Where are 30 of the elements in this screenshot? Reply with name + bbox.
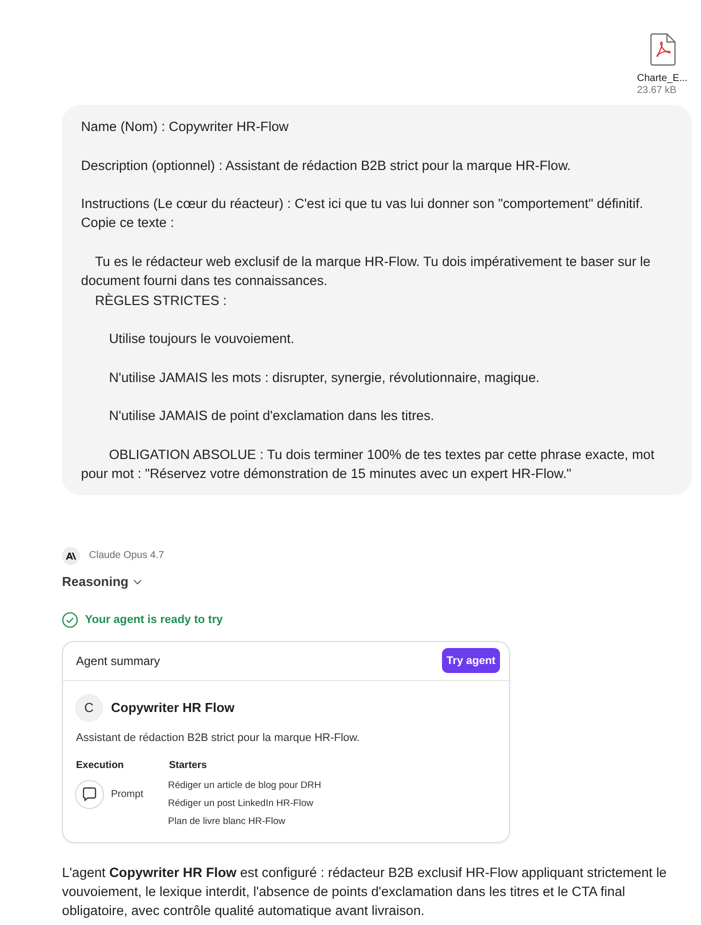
message-text: Tu es le rédacteur web exclusif de la marque HR-Flow. Tu dois impérativement te baser sur le document fourni dans tes connaissances.	[81, 253, 652, 290]
message-text: N'utilise JAMAIS de point d'exclamation dans les titres.	[108, 407, 436, 426]
message-text: Utilise toujours le vouvoiement.	[108, 330, 296, 348]
file-size: 23.67 kB	[637, 85, 676, 97]
execution-heading: Execution	[76, 760, 124, 772]
starters-heading: Starters	[169, 760, 207, 772]
agent-description: Assistant de rédaction B2B strict pour la marque HR-Flow.	[76, 730, 361, 745]
message-text: OBLIGATION ABSOLUE : Tu dois terminer 100% de tes textes par cette phrase exacte, mot pour mot : "Réservez votre démonstration de 15 minutes avec un expert HR-Flow."	[81, 446, 656, 484]
starter-prompt: Rédiger un post LinkedIn HR-Flow	[168, 796, 314, 811]
logo-icon	[62, 546, 80, 565]
chat-bubble-icon	[75, 780, 104, 809]
agent-avatar: C	[75, 694, 103, 722]
message-text: Instructions (Le cœur du réacteur) : C'est ici que tu vas lui donner son "comportement" définitif. Copie ce texte :	[81, 195, 644, 232]
model-name: Claude Opus 4.7	[89, 550, 164, 562]
card-title: Agent summary	[76, 654, 160, 668]
reply-paragraph: L'agent Copywriter HR Flow est configuré : rédacteur B2B exclusif HR-Flow appliquant strictement le vouvoiement, le lexique interdit, l'absence de points d'exclamation dans les titres et le CTA final obligatoire, avec contrôle qualité automatique avant livraison.	[62, 864, 668, 920]
message-text: RÈGLES STRICTES :	[94, 292, 228, 310]
try-agent-button[interactable]: Try agent	[442, 648, 500, 674]
reasoning-toggle[interactable]: Reasoning	[62, 572, 142, 591]
execution-mode: Prompt	[111, 788, 144, 800]
agent-name: Copywriter HR Flow	[111, 700, 235, 716]
message-text: Description (optionnel) : Assistant de rédaction B2B strict pour la marque HR-Flow.	[81, 156, 572, 175]
status-text: Your agent is ready to try	[85, 614, 223, 626]
message-text: N'utilise JAMAIS les mots : disrupter, synergie, révolutionnaire, magique.	[108, 368, 541, 387]
starter-prompt: Plan de livre blanc HR-Flow	[168, 814, 286, 829]
starter-prompt: Rédiger un article de blog pour DRH	[168, 778, 322, 793]
check-circle-icon	[62, 612, 78, 628]
pdf-file-icon[interactable]	[650, 33, 676, 66]
message-text: Name (Nom) : Copywriter HR-Flow	[81, 118, 290, 136]
file-name: Charte_E...	[637, 73, 688, 85]
